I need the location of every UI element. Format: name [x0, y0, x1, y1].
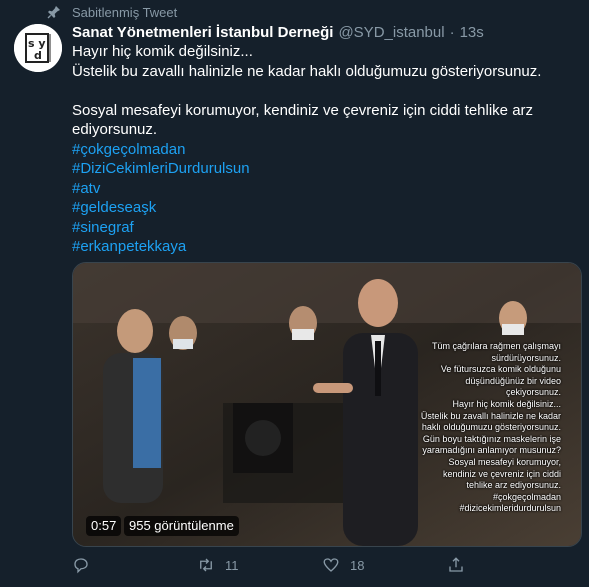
avatar-logo: s y d — [14, 24, 62, 72]
hashtag-link[interactable]: #erkanpetekkaya — [72, 237, 577, 257]
view-count: 955 görüntülenme — [124, 516, 239, 536]
avatar[interactable]: s y d — [14, 24, 62, 72]
heart-icon — [323, 558, 339, 572]
caption-line: Ve fütursuzca komik olduğunu — [440, 364, 561, 375]
caption-line: kendiniz ve çevreniz için ciddi — [442, 468, 561, 479]
tweet-line: Hayır hiç komik değilsiniz... — [72, 43, 253, 60]
like-count: 18 — [350, 557, 365, 573]
pin-icon — [47, 6, 60, 19]
retweet-button[interactable]: 11 — [197, 556, 322, 574]
share-button[interactable] — [447, 556, 572, 574]
caption-line: haklı olduğumuzu gösteriyorsunuz. — [421, 422, 561, 433]
tweet-line: Üstelik bu zavallı halinizle ne kadar ha… — [72, 62, 542, 80]
caption-line: Hayır hiç komik değilsiniz... — [452, 398, 561, 409]
video-player[interactable]: Tüm çağrılara rağmen çalışmayı sürdürüyo… — [72, 262, 582, 547]
video-caption-overlay: Tüm çağrılara rağmen çalışmayı sürdürüyo… — [389, 341, 561, 515]
caption-line: tehlike arz ediyorsunuz. — [466, 480, 561, 491]
tweet-line: Sosyal mesafeyi korumuyor, kendiniz ve ç… — [72, 101, 534, 139]
caption-line: çekiyorsunuz. — [505, 387, 561, 398]
pinned-indicator: Sabitlenmiş Tweet — [47, 3, 178, 21]
reply-button[interactable] — [72, 556, 197, 574]
hashtag-link[interactable]: #çokgeçolmadan — [72, 140, 577, 160]
caption-line: #çokgeçolmadan — [492, 491, 561, 502]
caption-line: #dizicekimleridurdurulsun — [459, 503, 561, 514]
reply-icon — [74, 558, 88, 574]
caption-line: Tüm çağrılara rağmen çalışmayı — [431, 341, 561, 351]
caption-line: Üstelik bu zavallı halinizle ne kadar — [420, 410, 561, 421]
timestamp[interactable]: 13s — [460, 24, 484, 41]
like-button[interactable]: 18 — [322, 556, 447, 574]
caption-line: Gün boyu taktığınız maskelerin işe — [422, 433, 561, 444]
pinned-label: Sabitlenmiş Tweet — [72, 4, 178, 20]
hashtag-link[interactable]: #geldeseaşk — [72, 198, 577, 218]
video-duration: 0:57 — [86, 516, 122, 536]
separator: · — [449, 23, 455, 41]
tweet[interactable]: Sabitlenmiş Tweet s y d Sanat Yönetmenle… — [0, 0, 589, 587]
share-icon — [449, 557, 463, 572]
tweet-actions: 11 18 — [72, 552, 577, 578]
svg-text:d: d — [34, 49, 42, 62]
caption-line: yaramadığını anlamıyor musunuz? — [422, 445, 561, 456]
author-name[interactable]: Sanat Yönetmenleri İstanbul Derneği — [72, 24, 333, 41]
hashtag-link[interactable]: #sinegraf — [72, 218, 577, 238]
caption-line: Sosyal mesafeyi korumuyor, — [448, 456, 561, 467]
retweet-count: 11 — [225, 557, 239, 573]
tweet-header: Sanat Yönetmenleri İstanbul Derneği @SYD… — [72, 22, 484, 42]
author-handle[interactable]: @SYD_istanbul — [338, 24, 444, 41]
retweet-icon — [200, 558, 212, 572]
caption-line: düşündüğünüz bir video — [465, 375, 561, 386]
hashtag-link[interactable]: #DiziCekimleriDurdurulsun — [72, 159, 577, 179]
hashtag-link[interactable]: #atv — [72, 179, 577, 199]
tweet-text: Hayır hiç komik değilsiniz... Üstelik bu… — [72, 42, 577, 257]
caption-line: sürdürüyorsunuz. — [491, 352, 561, 363]
